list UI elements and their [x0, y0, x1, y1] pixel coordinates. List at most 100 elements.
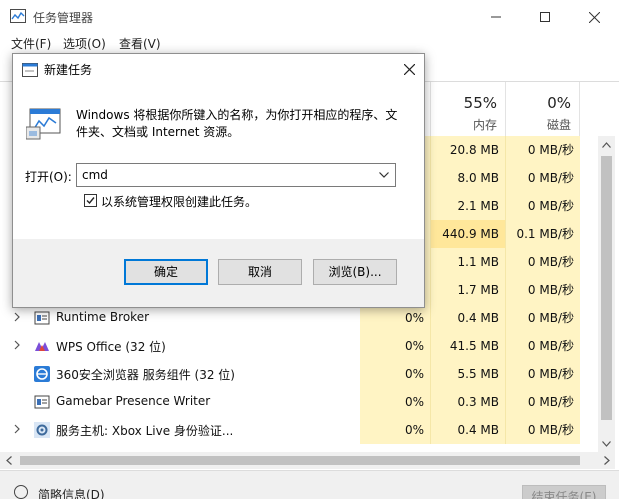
expand-chevron-icon[interactable] — [12, 424, 22, 434]
vertical-scroll-thumb[interactable] — [601, 156, 612, 420]
maximize-button[interactable] — [522, 0, 568, 34]
menu-bar: 文件(F) 选项(O) 查看(V) — [0, 34, 619, 54]
fewer-details-link[interactable]: 简略信息(D) — [38, 486, 105, 499]
task-manager-icon — [10, 9, 26, 23]
disk-total: 0% — [547, 94, 571, 112]
ok-button[interactable]: 确定 — [124, 259, 208, 285]
browse-button[interactable]: 浏览(B)... — [313, 259, 397, 285]
admin-checkbox-label[interactable]: 以系统管理权限创建此任务。 — [101, 193, 257, 210]
disk-cell: 0 MB/秒 — [506, 192, 580, 220]
memory-cell: 0.4 MB — [431, 304, 506, 332]
memory-cell: 2.1 MB — [431, 192, 506, 220]
open-input[interactable] — [77, 164, 373, 186]
disk-cell: 0 MB/秒 — [506, 136, 580, 164]
dialog-title: 新建任务 — [44, 63, 93, 77]
memory-cell: 0.4 MB — [431, 416, 506, 444]
run-program-icon — [26, 108, 61, 140]
combo-dropdown-button[interactable] — [376, 168, 392, 182]
expand-chevron-icon[interactable] — [12, 340, 22, 350]
window-title: 任务管理器 — [33, 11, 94, 25]
runtime-broker-icon — [34, 311, 50, 325]
horizontal-scroll-thumb[interactable] — [20, 456, 580, 465]
disk-cell: 0 MB/秒 — [506, 416, 580, 444]
new-task-icon — [22, 63, 38, 77]
column-header-more — [580, 82, 598, 136]
expand-chevron-icon[interactable] — [12, 312, 22, 322]
memory-label: 内存 — [472, 118, 497, 132]
horizontal-scrollbar[interactable] — [0, 452, 615, 469]
scroll-right-button[interactable] — [598, 452, 615, 469]
chevron-down-icon — [379, 172, 389, 178]
chevron-left-icon — [5, 456, 12, 465]
disk-label: 磁盘 — [546, 118, 571, 132]
cpu-cell: 0% — [360, 332, 431, 360]
wps-office-icon — [35, 342, 49, 351]
cancel-button[interactable]: 取消 — [218, 259, 302, 285]
disk-cell: 0 MB/秒 — [506, 332, 580, 360]
end-task-button[interactable]: 结束任务(E) — [522, 485, 606, 499]
dialog-button-bar: 确定 取消 浏览(B)... — [13, 239, 424, 307]
menu-file[interactable]: 文件(F) — [11, 35, 51, 52]
chevron-down-icon — [602, 440, 611, 447]
scroll-up-button[interactable] — [598, 136, 615, 153]
table-row[interactable]: Runtime Broker 0% 0.4 MB 0 MB/秒 — [0, 304, 598, 332]
scroll-down-button[interactable] — [598, 435, 615, 452]
column-header-disk[interactable]: 0% 磁盘 — [506, 82, 580, 136]
cpu-cell: 0% — [360, 304, 431, 332]
cpu-cell: 0% — [360, 416, 431, 444]
fewer-details-chevron-icon[interactable] — [14, 485, 28, 499]
table-row[interactable]: WPS Office (32 位) 0% 41.5 MB 0 MB/秒 — [0, 332, 598, 360]
disk-cell: 0 MB/秒 — [506, 164, 580, 192]
memory-cell: 440.9 MB — [431, 220, 506, 248]
disk-cell: 0 MB/秒 — [506, 360, 580, 388]
service-host-gear-icon — [34, 422, 50, 438]
close-button[interactable] — [571, 0, 617, 34]
memory-cell: 5.5 MB — [431, 360, 506, 388]
cpu-cell: 0% — [360, 388, 431, 416]
table-row[interactable]: 服务主机: Xbox Live 身份验证... 0% 0.4 MB 0 MB/秒 — [0, 416, 598, 444]
table-row[interactable]: Gamebar Presence Writer 0% 0.3 MB 0 MB/秒 — [0, 388, 598, 416]
memory-cell: 0.3 MB — [431, 388, 506, 416]
footer-bar: 简略信息(D) 结束任务(E) — [0, 470, 619, 499]
table-row[interactable]: 360安全浏览器 服务组件 (32 位) 0% 5.5 MB 0 MB/秒 — [0, 360, 598, 388]
memory-cell: 8.0 MB — [431, 164, 506, 192]
disk-cell: 0.1 MB/秒 — [506, 220, 580, 248]
close-icon — [403, 63, 415, 75]
disk-cell: 0 MB/秒 — [506, 248, 580, 276]
process-name: Runtime Broker — [56, 310, 150, 324]
memory-cell: 1.7 MB — [431, 276, 506, 304]
memory-total: 55% — [463, 94, 497, 112]
gamebar-icon — [34, 395, 50, 409]
memory-cell: 20.8 MB — [431, 136, 506, 164]
chevron-up-icon — [602, 141, 611, 148]
memory-cell: 1.1 MB — [431, 248, 506, 276]
disk-cell: 0 MB/秒 — [506, 388, 580, 416]
minimize-icon — [491, 16, 501, 18]
new-task-dialog: 新建任务 Windows 将根据你所键入的名称，为你打开相应的程序、文件夹、文档… — [12, 53, 425, 308]
360-browser-icon — [34, 366, 50, 382]
memory-cell: 41.5 MB — [431, 332, 506, 360]
process-name: 服务主机: Xbox Live 身份验证... — [56, 424, 234, 438]
disk-cell: 0 MB/秒 — [506, 304, 580, 332]
maximize-icon — [540, 12, 550, 22]
admin-checkbox[interactable] — [84, 194, 97, 207]
vertical-scrollbar[interactable] — [598, 136, 615, 452]
dialog-close-button[interactable] — [393, 54, 425, 84]
disk-cell: 0 MB/秒 — [506, 276, 580, 304]
open-combobox[interactable] — [76, 163, 396, 187]
dialog-description: Windows 将根据你所键入的名称，为你打开相应的程序、文件夹、文档或 Int… — [76, 108, 398, 139]
task-manager-titlebar: 任务管理器 — [0, 0, 619, 34]
process-name: WPS Office (32 位) — [56, 340, 166, 354]
menu-options[interactable]: 选项(O) — [63, 35, 106, 52]
column-header-memory[interactable]: 55% 内存 — [431, 82, 506, 136]
close-icon — [588, 11, 600, 23]
minimize-button[interactable] — [473, 0, 519, 34]
checkmark-icon — [86, 197, 95, 205]
process-name: Gamebar Presence Writer — [56, 394, 211, 408]
scroll-left-button[interactable] — [0, 452, 17, 469]
open-label: 打开(O): — [25, 170, 72, 184]
process-name: 360安全浏览器 服务组件 (32 位) — [56, 368, 235, 382]
chevron-right-icon — [603, 456, 610, 465]
menu-view[interactable]: 查看(V) — [119, 35, 161, 52]
cpu-cell: 0% — [360, 360, 431, 388]
